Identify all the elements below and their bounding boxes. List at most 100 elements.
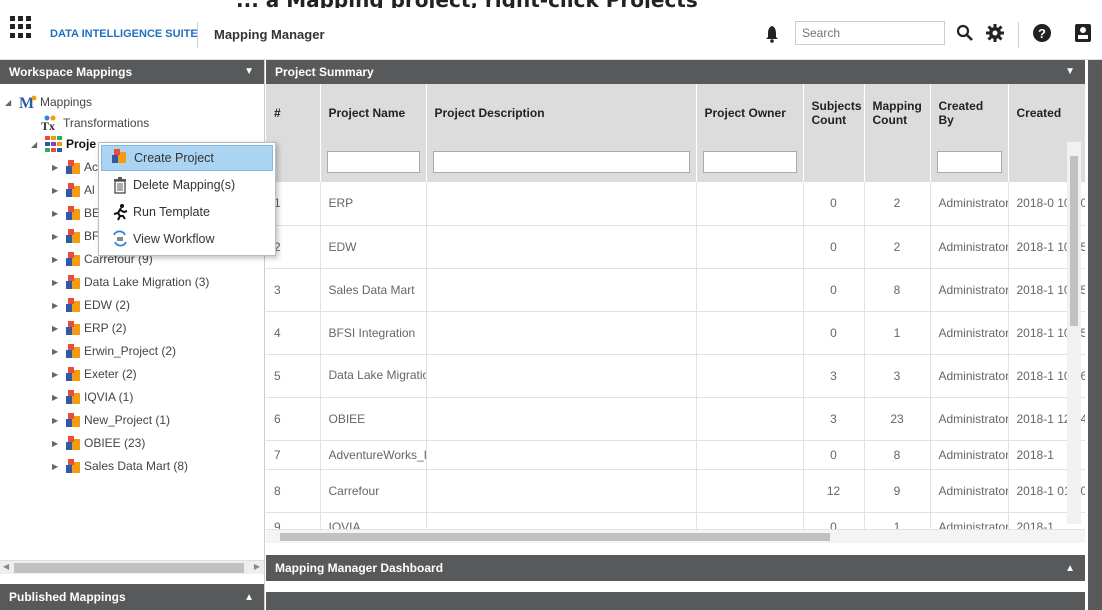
project-table-container: # Project Name Project Description Proje… <box>266 84 1085 529</box>
project-icon <box>66 206 80 220</box>
header-divider <box>197 22 198 48</box>
collapse-icon[interactable]: ◢ <box>31 140 41 149</box>
menu-create-project[interactable]: Create Project <box>101 145 273 171</box>
tree-project-item[interactable]: ▶ OBIEE (23) <box>52 433 145 453</box>
filter-project-name[interactable] <box>326 151 420 173</box>
search-icon[interactable] <box>956 24 974 42</box>
filter-row <box>266 142 1085 182</box>
table-body: 1ERP 02Administrator2018-0 10:50:1 2EDW … <box>266 182 1085 529</box>
chevron-up-icon[interactable]: ▲ <box>244 592 254 603</box>
tree-project-item[interactable]: ▶ BE <box>52 203 100 223</box>
table-row[interactable]: 3Sales Data Mart 08Administrator2018-1 1… <box>266 268 1085 312</box>
table-row[interactable]: 7 AdventureWorks_I 0 8 Administrator 2018-1 <box>266 440 1085 470</box>
table-row[interactable]: 1ERP 02Administrator2018-0 10:50:1 <box>266 182 1085 226</box>
tree-project-item[interactable]: ▶ EDW (2) <box>52 295 130 315</box>
tree-horizontal-scrollbar[interactable]: ◀ ▶ <box>0 560 264 574</box>
col-header-created[interactable]: Created <box>1008 84 1085 142</box>
project-table: # Project Name Project Description Proje… <box>266 84 1085 529</box>
tree-project-item[interactable]: ▶ New_Project (1) <box>52 410 170 430</box>
tree-projects[interactable]: ◢ Proje <box>31 134 96 154</box>
project-icon <box>66 183 80 197</box>
svg-text:Tx: Tx <box>41 119 55 131</box>
run-icon <box>113 204 128 221</box>
scroll-left-icon[interactable]: ◀ <box>3 562 9 571</box>
table-row[interactable]: 5 Data Lake Migration 3 3 Administrator 2018… <box>266 354 1085 398</box>
menu-delete-mappings[interactable]: Delete Mapping(s) <box>101 172 273 198</box>
project-icon <box>66 321 80 335</box>
workspace-mappings-header[interactable]: Workspace Mappings ▼ <box>0 60 264 84</box>
project-icon <box>66 459 80 473</box>
app-title: Mapping Manager <box>214 27 325 42</box>
context-menu: Create Project Delete Mapping(s) Run Tem… <box>98 142 276 256</box>
table-row[interactable]: 8Carrefour 129Administrator2018-1 01:00:… <box>266 469 1085 513</box>
svg-text:?: ? <box>1038 26 1046 41</box>
tree-project-item[interactable]: ▶ Exeter (2) <box>52 364 137 384</box>
chevron-down-icon[interactable]: ▼ <box>1065 66 1075 77</box>
chevron-down-icon[interactable]: ▼ <box>244 66 254 77</box>
create-project-icon <box>112 149 130 167</box>
bell-icon[interactable] <box>764 25 780 43</box>
doc-fragment: ... a Mapping project, right-click Proje… <box>0 0 1102 8</box>
menu-run-template[interactable]: Run Template <box>101 199 273 225</box>
project-icon <box>66 252 80 266</box>
project-icon <box>66 413 80 427</box>
project-icon <box>66 275 80 289</box>
project-summary-header[interactable]: Project Summary ▼ <box>266 60 1085 84</box>
scrollbar-thumb[interactable] <box>280 533 830 541</box>
scrollbar-thumb[interactable] <box>1070 156 1078 326</box>
filter-created-by[interactable] <box>936 151 1002 173</box>
search-input[interactable] <box>795 21 945 45</box>
projects-grid-icon <box>45 136 62 152</box>
scroll-right-icon[interactable]: ▶ <box>254 562 260 571</box>
table-row[interactable]: 4 BFSI Integration 0 1 Administrator 2018-1 … <box>266 311 1085 355</box>
tree-project-item[interactable]: ▶ ERP (2) <box>52 318 126 338</box>
mappings-icon: M <box>19 95 37 110</box>
gear-icon[interactable] <box>985 23 1005 43</box>
chevron-up-icon[interactable]: ▲ <box>1065 563 1075 574</box>
tree-project-item[interactable]: ▶ Al <box>52 180 95 200</box>
tree-transformations[interactable]: Tx Transformations <box>41 113 149 133</box>
table-header-row: # Project Name Project Description Proje… <box>266 84 1085 142</box>
tree-root-label: Mappings <box>40 95 93 109</box>
published-mappings-header[interactable]: Published Mappings ▲ <box>0 584 264 610</box>
apps-grid-icon[interactable] <box>10 16 32 38</box>
tree-project-item[interactable]: ▶ Data Lake Migration (3) <box>52 272 209 292</box>
col-header-project-name[interactable]: Project Name <box>320 84 427 142</box>
trash-icon <box>114 177 126 194</box>
menu-view-workflow[interactable]: View Workflow <box>101 226 273 252</box>
help-icon[interactable]: ? <box>1032 23 1052 43</box>
filter-description[interactable] <box>432 151 690 173</box>
table-vertical-scrollbar[interactable] <box>1067 142 1081 524</box>
col-header-created-by[interactable]: Created By <box>930 84 1009 142</box>
dashboard-header[interactable]: Mapping Manager Dashboard ▲ <box>266 555 1085 581</box>
tree-project-item[interactable]: ▶ Sales Data Mart (8) <box>52 456 188 476</box>
col-header-mappings[interactable]: Mapping Count <box>864 84 931 142</box>
col-header-owner[interactable]: Project Owner <box>696 84 804 142</box>
brand-label[interactable]: DATA INTELLIGENCE SUITE <box>50 28 198 40</box>
tree-project-item[interactable]: ▶ Ac <box>52 157 98 177</box>
header-divider-2 <box>1018 22 1019 48</box>
tree-root[interactable]: ◢ M Mappings <box>5 92 92 112</box>
col-header-num[interactable]: # <box>266 84 321 142</box>
filter-owner[interactable] <box>702 151 797 173</box>
project-icon <box>66 390 80 404</box>
collapse-icon[interactable]: ◢ <box>5 98 15 107</box>
project-icon <box>66 344 80 358</box>
col-header-subjects[interactable]: Subjects Count <box>803 84 865 142</box>
project-icon <box>66 367 80 381</box>
table-row[interactable]: 9 IQVIA 0 1 Administrator 2018-1 <box>266 512 1085 529</box>
tree-project-item[interactable]: ▶ IQVIA (1) <box>52 387 133 407</box>
table-row[interactable]: 2EDW 02Administrator2018-1 10:15:1 <box>266 225 1085 269</box>
table-row[interactable]: 6OBIEE 323Administrator2018-1 12:44:1 <box>266 397 1085 441</box>
user-icon[interactable] <box>1074 23 1092 43</box>
dashboard-body <box>266 592 1085 610</box>
project-icon <box>66 160 80 174</box>
project-icon <box>66 229 80 243</box>
scrollbar-thumb[interactable] <box>14 563 244 573</box>
tree-project-item[interactable]: ▶ Erwin_Project (2) <box>52 341 176 361</box>
table-horizontal-scrollbar[interactable] <box>266 529 1085 543</box>
tree-project-item[interactable]: ▶ BF <box>52 226 99 246</box>
col-header-description[interactable]: Project Description <box>426 84 697 142</box>
project-icon <box>66 436 80 450</box>
workflow-icon <box>113 230 127 247</box>
